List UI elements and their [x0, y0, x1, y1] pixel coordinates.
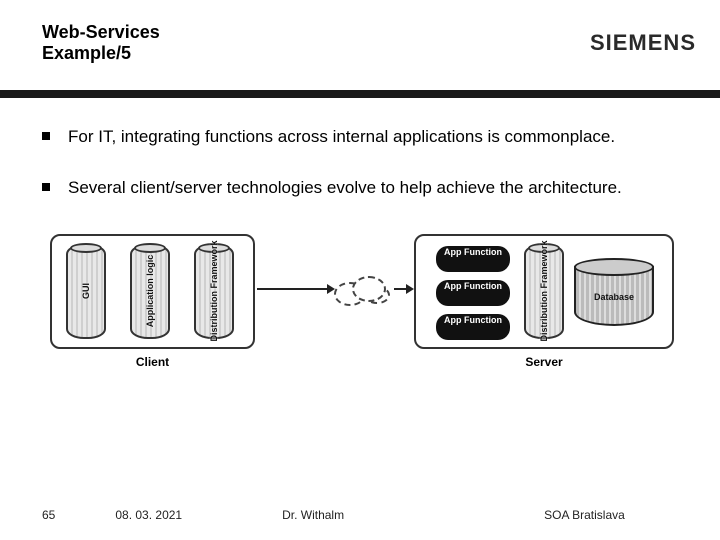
footer-author: Dr. Withalm	[282, 508, 344, 522]
title-line1: Web-Services	[42, 22, 160, 42]
client-column-distframework: Distribution Framework	[194, 244, 234, 339]
database-cylinder-icon: Database	[574, 258, 654, 328]
server-column-distframework: Distribution Framework	[524, 244, 564, 339]
bullet-text: For IT, integrating functions across int…	[68, 126, 678, 149]
col-label: GUI	[81, 283, 91, 299]
arrow-icon	[394, 288, 412, 290]
appfn-label: App Function	[444, 247, 502, 257]
appfn-label: App Function	[444, 315, 502, 325]
client-caption: Client	[136, 355, 169, 369]
cloud-icon	[334, 272, 392, 308]
client-column-gui: GUI	[66, 244, 106, 339]
bullet-text: Several client/server technologies evolv…	[68, 177, 678, 200]
square-bullet-icon	[42, 132, 50, 140]
app-function-pill: App Function	[436, 280, 510, 306]
body-content: For IT, integrating functions across int…	[0, 90, 720, 378]
footer-event: SOA Bratislava	[544, 508, 625, 522]
page-title: Web-Services Example/5	[42, 22, 160, 63]
col-label: Application logic	[145, 255, 155, 328]
bullet-item: Several client/server technologies evolv…	[42, 177, 678, 200]
siemens-logo: SIEMENS	[590, 30, 696, 56]
client-box: GUI Application logic Distribution Frame…	[50, 234, 255, 349]
footer-date: 08. 03. 2021	[115, 508, 182, 522]
title-line2: Example/5	[42, 43, 131, 63]
col-label: Distribution Framework	[209, 241, 219, 342]
db-label: Database	[574, 292, 654, 302]
server-caption: Server	[525, 355, 562, 369]
client-column-applogic: Application logic	[130, 244, 170, 339]
col-label: Distribution Framework	[539, 241, 549, 342]
footer: 65 08. 03. 2021 Dr. Withalm SOA Bratisla…	[42, 508, 625, 522]
page-number: 65	[42, 508, 55, 522]
appfn-label: App Function	[444, 281, 502, 291]
app-function-pill: App Function	[436, 314, 510, 340]
arrow-icon	[257, 288, 333, 290]
bullet-item: For IT, integrating functions across int…	[42, 126, 678, 149]
architecture-diagram: GUI Application logic Distribution Frame…	[42, 228, 682, 378]
header: Web-Services Example/5 SIEMENS	[0, 0, 720, 90]
server-box: App Function App Function App Function D…	[414, 234, 674, 349]
square-bullet-icon	[42, 183, 50, 191]
app-function-pill: App Function	[436, 246, 510, 272]
